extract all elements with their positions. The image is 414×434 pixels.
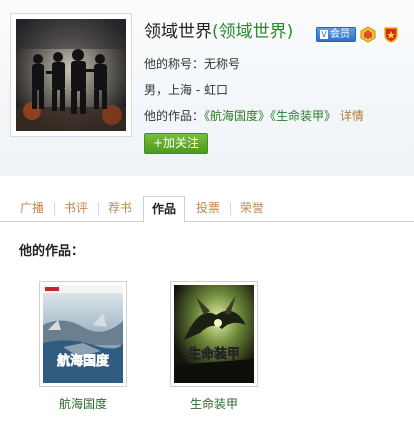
tab-works[interactable]: 作品 bbox=[143, 196, 185, 223]
avatar[interactable] bbox=[10, 13, 132, 137]
book-cover[interactable]: 航海国度 bbox=[39, 281, 127, 387]
tab-separator bbox=[98, 202, 99, 215]
tab-book-review[interactable]: 书评 bbox=[56, 196, 96, 222]
tab-recommend[interactable]: 荐书 bbox=[100, 196, 140, 222]
book-cover-title: 航海国度 bbox=[57, 353, 110, 369]
book-card: 生命装甲 生命装甲 bbox=[170, 281, 258, 412]
tab-broadcast[interactable]: 广播 bbox=[12, 196, 52, 222]
book-cover-image-shengming: 生命装甲 bbox=[174, 285, 254, 383]
avatar-image bbox=[16, 19, 126, 131]
detail-link[interactable]: 详情 bbox=[340, 109, 364, 123]
book-cover-image-hanghai: 航海国度 bbox=[43, 285, 123, 383]
vip-badge[interactable]: V 会员 bbox=[316, 27, 356, 42]
nickname-label: 他的称号： bbox=[144, 57, 205, 71]
book-title-hanghai[interactable]: 航海国度 bbox=[39, 396, 127, 412]
works-section-title: 他的作品： bbox=[19, 244, 85, 259]
gender-location: 男，上海 - 虹口 bbox=[144, 83, 228, 97]
profile-tabs: 广播 书评 荐书 作品 投票 荣誉 bbox=[0, 196, 414, 223]
shield-medal-icon[interactable] bbox=[383, 26, 399, 43]
tab-separator bbox=[54, 202, 55, 215]
book-title-shengming[interactable]: 生命装甲 bbox=[170, 396, 258, 412]
follow-button[interactable]: +加关注 bbox=[144, 133, 208, 154]
work-link-shengming[interactable]: 《生命装甲》 bbox=[270, 109, 336, 123]
tab-honor[interactable]: 荣誉 bbox=[232, 196, 272, 222]
tab-separator bbox=[230, 202, 231, 215]
tab-vote[interactable]: 投票 bbox=[188, 196, 228, 222]
book-cover-title: 生命装甲 bbox=[188, 346, 240, 362]
profile-name-paren: (领域世界) bbox=[212, 22, 294, 42]
works-label: 他的作品： bbox=[144, 109, 205, 123]
nickname-value: 无称号 bbox=[204, 57, 241, 71]
works-row: 他的作品：《航海国度》《生命装甲》 详情 bbox=[144, 108, 364, 124]
profile-name: 领域世界(领域世界) bbox=[144, 20, 293, 44]
book-card: 航海国度 航海国度 bbox=[39, 281, 127, 412]
profile-name-text: 领域世界 bbox=[144, 22, 212, 42]
work-link-hanghai[interactable]: 《航海国度》 bbox=[204, 109, 270, 123]
book-cover[interactable]: 生命装甲 bbox=[170, 281, 258, 387]
vip-icon: V bbox=[320, 30, 328, 39]
vip-label: 会员 bbox=[330, 29, 350, 40]
nickname-row: 他的称号：无称号 bbox=[144, 56, 240, 72]
honor-medal-icon[interactable] bbox=[360, 26, 376, 43]
